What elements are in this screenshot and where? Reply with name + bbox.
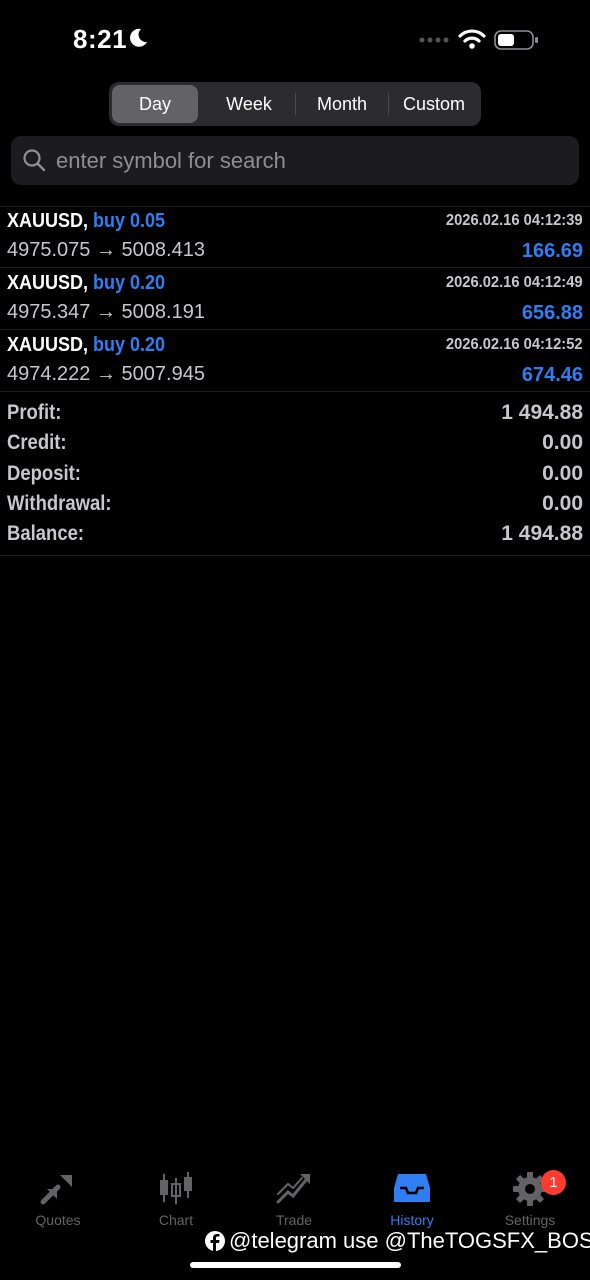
tab-label: Settings (504, 1212, 556, 1228)
deal-side: buy 0.05 (93, 210, 166, 232)
tab-label: Trade (275, 1212, 313, 1228)
deal-prices: 4975.075 → 5008.413 (7, 239, 205, 261)
segment-week[interactable]: Week (203, 85, 295, 123)
search-icon (23, 149, 46, 172)
summary-label: Credit: (7, 431, 67, 454)
deal-row[interactable]: XAUUSD, buy 0.05 2026.02.16 04:12:39 497… (0, 206, 590, 268)
history-icon (394, 1174, 430, 1202)
deal-prices: 4974.222 → 5007.945 (7, 363, 205, 385)
deal-profit: 656.88 (521, 302, 583, 324)
trade-icon (276, 1174, 310, 1204)
summary-label: Deposit: (7, 462, 81, 485)
tab-label: History (390, 1212, 434, 1228)
deal-row[interactable]: XAUUSD, buy 0.20 2026.02.16 04:12:49 497… (0, 268, 590, 330)
search-input[interactable] (54, 142, 558, 180)
summary-value: 0.00 (542, 492, 583, 515)
moon-icon (130, 28, 147, 47)
deal-time: 2026.02.16 04:12:39 (446, 212, 583, 229)
deal-symbol: XAUUSD, buy 0.20 (7, 334, 166, 356)
tab-chart[interactable]: Chart (126, 1170, 226, 1230)
summary-value: 1 494.88 (501, 401, 583, 424)
wifi-icon (458, 29, 486, 49)
cellular-signal-icon (419, 37, 449, 43)
deal-time: 2026.02.16 04:12:52 (446, 336, 583, 353)
divider (0, 391, 590, 392)
search-bar (11, 136, 579, 185)
segment-month[interactable]: Month (296, 85, 388, 123)
deal-side: buy 0.20 (93, 334, 166, 356)
summary-value: 0.00 (542, 431, 583, 454)
summary-label: Profit: (7, 401, 62, 424)
segment-custom[interactable]: Custom (389, 85, 479, 123)
summary-balance: Balance: 1 494.88 (0, 522, 590, 552)
quotes-icon (40, 1175, 72, 1205)
segment-day[interactable]: Day (112, 85, 198, 123)
watermark-text: @telegram use @TheTOGSFX_BOSS (229, 1228, 590, 1253)
home-indicator[interactable] (190, 1262, 401, 1268)
summary-label: Balance: (7, 522, 85, 545)
summary-deposit: Deposit: 0.00 (0, 462, 590, 492)
summary-credit: Credit: 0.00 (0, 431, 590, 461)
summary-withdrawal: Withdrawal: 0.00 (0, 492, 590, 522)
deal-symbol: XAUUSD, buy 0.20 (7, 272, 166, 294)
battery-icon (494, 30, 538, 50)
summary-value: 0.00 (542, 462, 583, 485)
chart-icon (160, 1172, 192, 1204)
summary-label: Withdrawal: (7, 492, 112, 515)
facebook-icon (205, 1231, 225, 1251)
deal-row[interactable]: XAUUSD, buy 0.20 2026.02.16 04:12:52 497… (0, 330, 590, 392)
status-time: 8:21 (73, 24, 128, 54)
summary-profit: Profit: 1 494.88 (0, 401, 590, 431)
tab-label: Chart (158, 1212, 194, 1228)
summary-value: 1 494.88 (501, 522, 583, 545)
deal-profit: 674.46 (521, 364, 583, 386)
deal-side: buy 0.20 (93, 272, 166, 294)
tab-label: Quotes (35, 1212, 81, 1228)
deal-profit: 166.69 (521, 240, 583, 262)
divider (0, 555, 590, 556)
tab-trade[interactable]: Trade (244, 1170, 344, 1230)
deal-time: 2026.02.16 04:12:49 (446, 274, 583, 291)
deal-symbol: XAUUSD, buy 0.05 (7, 210, 166, 232)
tab-history[interactable]: History (362, 1170, 462, 1230)
tab-quotes[interactable]: Quotes (8, 1170, 108, 1230)
period-segmented-control: Day Week Month Custom (109, 82, 481, 126)
settings-badge: 1 (541, 1170, 566, 1195)
deal-prices: 4975.347 → 5008.191 (7, 301, 205, 323)
